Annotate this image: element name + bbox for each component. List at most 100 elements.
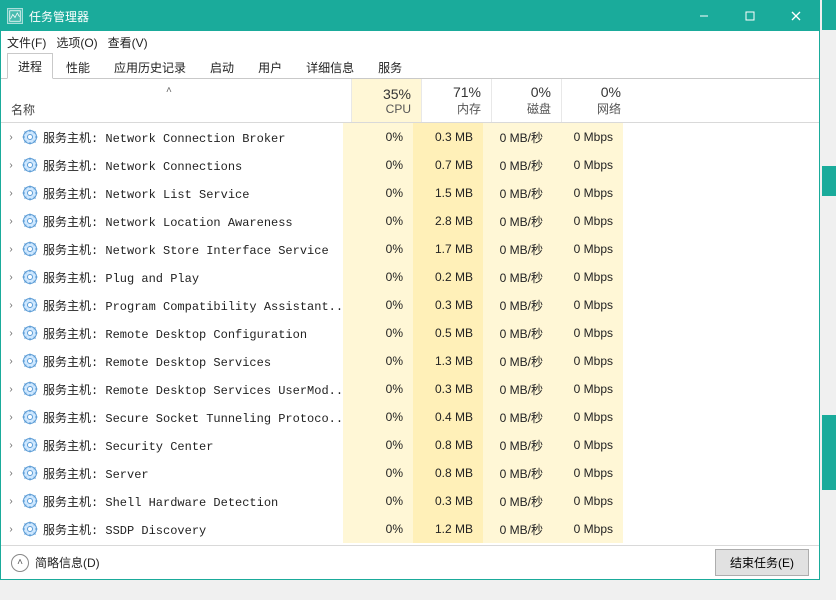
table-row[interactable]: ›服务主机: Network Store Interface Service0%… bbox=[1, 235, 819, 263]
expand-icon[interactable]: › bbox=[1, 356, 17, 367]
expand-icon[interactable]: › bbox=[1, 160, 17, 171]
table-row[interactable]: ›服务主机: Shell Hardware Detection0%0.3 MB0… bbox=[1, 487, 819, 515]
column-header-name[interactable]: 名称 ˄ bbox=[1, 79, 351, 122]
disk-cell: 0 MB/秒 bbox=[483, 123, 553, 151]
table-row[interactable]: ›服务主机: Network List Service0%1.5 MB0 MB/… bbox=[1, 179, 819, 207]
menu-options[interactable]: 选项(O) bbox=[56, 34, 97, 51]
column-headers: 名称 ˄ 35% CPU 71% 内存 0% 磁盘 0% 网络 bbox=[1, 79, 819, 123]
tab-users[interactable]: 用户 bbox=[247, 54, 293, 79]
minimize-button[interactable] bbox=[681, 1, 727, 31]
table-row[interactable]: ›服务主机: SSDP Discovery0%1.2 MB0 MB/秒0 Mbp… bbox=[1, 515, 819, 543]
service-gear-icon bbox=[21, 464, 39, 482]
tab-startup[interactable]: 启动 bbox=[199, 54, 245, 79]
menu-file[interactable]: 文件(F) bbox=[7, 34, 46, 51]
process-name: 服务主机: Remote Desktop Services UserMod... bbox=[43, 381, 343, 398]
cpu-cell: 0% bbox=[343, 347, 413, 375]
cpu-percent: 35% bbox=[354, 86, 411, 102]
column-header-cpu[interactable]: 35% CPU bbox=[351, 79, 421, 122]
table-row[interactable]: ›服务主机: Security Center0%0.8 MB0 MB/秒0 Mb… bbox=[1, 431, 819, 459]
end-task-button[interactable]: 结束任务(E) bbox=[715, 549, 809, 576]
service-gear-icon bbox=[21, 408, 39, 426]
fewer-details-button[interactable]: ˄ 简略信息(D) bbox=[11, 554, 100, 572]
tab-details[interactable]: 详细信息 bbox=[295, 54, 365, 79]
expand-icon[interactable]: › bbox=[1, 132, 17, 143]
process-name: 服务主机: Network List Service bbox=[43, 185, 343, 202]
table-row[interactable]: ›服务主机: Network Connection Broker0%0.3 MB… bbox=[1, 123, 819, 151]
cpu-cell: 0% bbox=[343, 123, 413, 151]
cpu-cell: 0% bbox=[343, 375, 413, 403]
process-name: 服务主机: Program Compatibility Assistant... bbox=[43, 297, 343, 314]
expand-icon[interactable]: › bbox=[1, 468, 17, 479]
cpu-cell: 0% bbox=[343, 291, 413, 319]
column-header-disk[interactable]: 0% 磁盘 bbox=[491, 79, 561, 122]
table-row[interactable]: ›服务主机: Remote Desktop Services0%1.3 MB0 … bbox=[1, 347, 819, 375]
background-stripe bbox=[822, 0, 836, 30]
memory-percent: 71% bbox=[424, 84, 481, 100]
cpu-cell: 0% bbox=[343, 459, 413, 487]
service-gear-icon bbox=[21, 128, 39, 146]
background-stripe bbox=[822, 415, 836, 490]
expand-icon[interactable]: › bbox=[1, 384, 17, 395]
expand-icon[interactable]: › bbox=[1, 272, 17, 283]
memory-cell: 0.3 MB bbox=[413, 291, 483, 319]
table-row[interactable]: ›服务主机: Network Connections0%0.7 MB0 MB/秒… bbox=[1, 151, 819, 179]
expand-icon[interactable]: › bbox=[1, 496, 17, 507]
table-row[interactable]: ›服务主机: Plug and Play0%0.2 MB0 MB/秒0 Mbps bbox=[1, 263, 819, 291]
table-row[interactable]: › 服务主机: Program Compatibility Assistant..… bbox=[1, 291, 819, 319]
process-list[interactable]: ›服务主机: Network Connection Broker0%0.3 MB… bbox=[1, 123, 819, 545]
expand-icon[interactable]: › bbox=[1, 440, 17, 451]
cpu-cell: 0% bbox=[343, 319, 413, 347]
network-cell: 0 Mbps bbox=[553, 459, 623, 487]
process-name: 服务主机: Server bbox=[43, 465, 343, 482]
network-cell: 0 Mbps bbox=[553, 263, 623, 291]
expand-icon[interactable]: › bbox=[1, 328, 17, 339]
table-row[interactable]: ›服务主机: Remote Desktop Configuration0%0.5… bbox=[1, 319, 819, 347]
disk-label: 磁盘 bbox=[494, 100, 551, 117]
table-row[interactable]: ›服务主机: Server0%0.8 MB0 MB/秒0 Mbps bbox=[1, 459, 819, 487]
process-name: 服务主机: Plug and Play bbox=[43, 269, 343, 286]
background-stripe bbox=[822, 166, 836, 196]
network-cell: 0 Mbps bbox=[553, 319, 623, 347]
disk-cell: 0 MB/秒 bbox=[483, 515, 553, 543]
cpu-cell: 0% bbox=[343, 515, 413, 543]
tab-services[interactable]: 服务 bbox=[367, 54, 413, 79]
memory-cell: 0.5 MB bbox=[413, 319, 483, 347]
disk-cell: 0 MB/秒 bbox=[483, 347, 553, 375]
expand-icon[interactable]: › bbox=[1, 244, 17, 255]
table-row[interactable]: › 服务主机: Remote Desktop Services UserMod..… bbox=[1, 375, 819, 403]
titlebar[interactable]: 任务管理器 bbox=[1, 1, 819, 31]
tab-app-history[interactable]: 应用历史记录 bbox=[103, 54, 197, 79]
service-gear-icon bbox=[21, 296, 39, 314]
menu-view[interactable]: 查看(V) bbox=[108, 34, 148, 51]
column-header-network[interactable]: 0% 网络 bbox=[561, 79, 631, 122]
expand-icon[interactable]: › bbox=[1, 524, 17, 535]
close-button[interactable] bbox=[773, 1, 819, 31]
service-gear-icon bbox=[21, 240, 39, 258]
network-cell: 0 Mbps bbox=[553, 235, 623, 263]
column-header-memory[interactable]: 71% 内存 bbox=[421, 79, 491, 122]
table-row[interactable]: ›服务主机: Secure Socket Tunneling Protoco..… bbox=[1, 403, 819, 431]
tab-processes[interactable]: 进程 bbox=[7, 53, 53, 79]
network-cell: 0 Mbps bbox=[553, 515, 623, 543]
network-cell: 0 Mbps bbox=[553, 487, 623, 515]
memory-cell: 1.2 MB bbox=[413, 515, 483, 543]
network-cell: 0 Mbps bbox=[553, 375, 623, 403]
tab-performance[interactable]: 性能 bbox=[55, 54, 101, 79]
memory-cell: 1.3 MB bbox=[413, 347, 483, 375]
memory-cell: 1.5 MB bbox=[413, 179, 483, 207]
process-name: 服务主机: Network Connections bbox=[43, 157, 343, 174]
disk-cell: 0 MB/秒 bbox=[483, 235, 553, 263]
expand-icon[interactable]: › bbox=[1, 188, 17, 199]
sort-indicator-icon: ˄ bbox=[166, 85, 172, 96]
expand-icon[interactable]: › bbox=[1, 412, 17, 423]
expand-icon[interactable]: › bbox=[1, 300, 17, 311]
expand-icon[interactable]: › bbox=[1, 216, 17, 227]
disk-cell: 0 MB/秒 bbox=[483, 403, 553, 431]
disk-cell: 0 MB/秒 bbox=[483, 431, 553, 459]
memory-cell: 2.8 MB bbox=[413, 207, 483, 235]
service-gear-icon bbox=[21, 436, 39, 454]
network-label: 网络 bbox=[564, 100, 621, 117]
table-row[interactable]: ›服务主机: Network Location Awareness0%2.8 M… bbox=[1, 207, 819, 235]
maximize-button[interactable] bbox=[727, 1, 773, 31]
service-gear-icon bbox=[21, 520, 39, 538]
